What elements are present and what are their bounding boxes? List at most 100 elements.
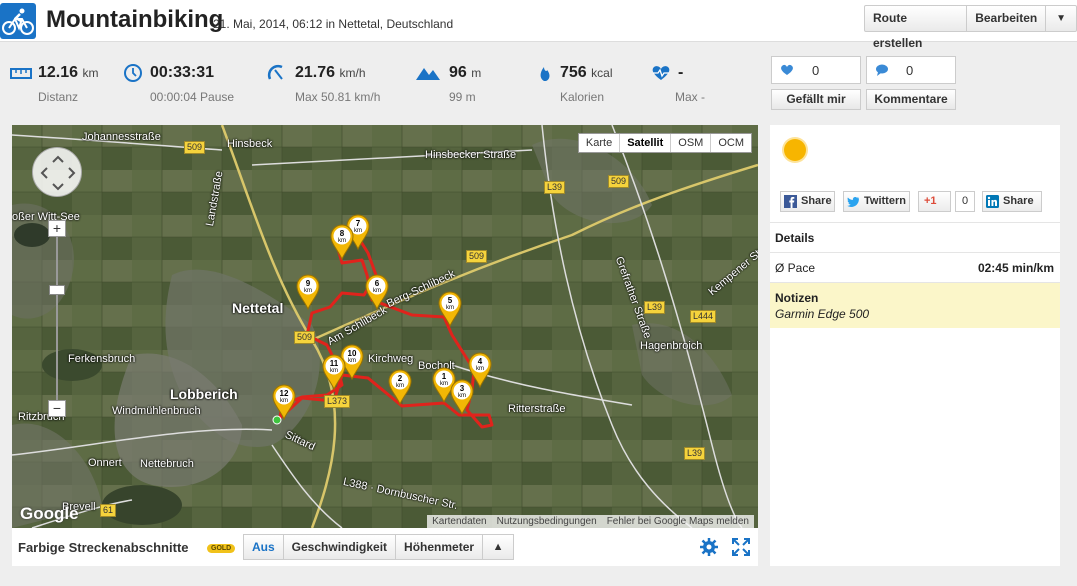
twitter-button[interactable]: Twittern: [843, 191, 910, 212]
road-badge: L39: [684, 447, 706, 460]
km-marker-unit: km: [304, 288, 312, 294]
km-marker[interactable]: 11km: [322, 354, 346, 390]
details-panel: Share Twittern +1 0 Share Details Ø Pace…: [770, 125, 1060, 566]
elevation-sub: 99 m: [449, 90, 476, 104]
map-type-ocm[interactable]: OCM: [711, 134, 751, 152]
comments-count: 0: [906, 63, 914, 78]
map-type-osm[interactable]: OSM: [671, 134, 712, 152]
map-label: Ritterstraße: [508, 403, 566, 415]
km-marker-unit: km: [373, 288, 381, 294]
more-dropdown-button[interactable]: ▼: [1046, 6, 1076, 31]
pace-value: 02:45 min/km: [977, 261, 1054, 275]
twitter-label: Twittern: [864, 195, 906, 207]
details-title: Details: [775, 231, 815, 245]
km-marker-number: 3: [460, 384, 465, 393]
terms-link[interactable]: Nutzungsbedingungen: [492, 515, 602, 528]
create-route-button[interactable]: Route erstellen: [865, 6, 968, 50]
road-badge: L39: [544, 181, 566, 194]
activity-subtitle: 21. Mai, 2014, 06:12 in Nettetal, Deutsc…: [213, 17, 454, 31]
route-map[interactable]: Johannesstraße Hinsbeck Hinsbecker Straß…: [12, 125, 758, 528]
speech-bubble-icon: [876, 64, 888, 76]
option-speed[interactable]: Geschwindigkeit: [284, 535, 397, 559]
zoom-out-button[interactable]: −: [48, 400, 66, 417]
option-elevation[interactable]: Höhenmeter: [396, 535, 484, 559]
mountain-icon: [416, 68, 440, 80]
road-badge: 509: [184, 141, 206, 154]
map-label: Windmühlenbruch: [112, 405, 201, 417]
km-marker[interactable]: 6km: [365, 274, 389, 310]
flame-icon: [540, 67, 550, 81]
zoom-in-button[interactable]: +: [48, 220, 66, 237]
pan-control[interactable]: [32, 147, 82, 197]
pause-label: 00:00:04 Pause: [150, 90, 235, 104]
toggle-chart-button[interactable]: ▲: [483, 535, 513, 559]
pace-label: Ø Pace: [775, 261, 816, 275]
km-marker[interactable]: 4km: [468, 352, 492, 388]
gplus-button[interactable]: +1: [918, 191, 951, 212]
elevation-unit: m: [471, 66, 482, 80]
distance-label: Distanz: [38, 90, 79, 104]
comments-button[interactable]: Kommentare: [866, 89, 956, 110]
road-badge: L373: [324, 395, 351, 408]
map-footer-links: Kartendaten Nutzungsbedingungen Fehler b…: [427, 515, 754, 528]
facebook-share-label: Share: [801, 195, 832, 207]
facebook-icon: [784, 195, 797, 208]
twitter-icon: [847, 197, 859, 207]
map-type-switcher: Karte Satellit OSM OCM: [577, 133, 752, 153]
km-marker-unit: km: [330, 368, 338, 374]
gear-icon[interactable]: [700, 538, 718, 556]
km-marker[interactable]: 12km: [272, 384, 296, 420]
km-marker-number: 10: [348, 349, 357, 358]
clock-icon: [124, 64, 142, 82]
km-marker[interactable]: 2km: [388, 369, 412, 405]
km-marker-number: 8: [340, 229, 345, 238]
km-marker-unit: km: [440, 381, 448, 387]
road-badge: 509: [466, 250, 488, 263]
edit-button[interactable]: Bearbeiten: [967, 6, 1047, 31]
road-badge: 509: [608, 175, 630, 188]
map-label: Kirchweg: [368, 353, 414, 365]
header-actions: Route erstellen Bearbeiten ▼: [864, 5, 1077, 50]
map-type-karte[interactable]: Karte: [579, 134, 621, 152]
facebook-share-button[interactable]: Share: [780, 191, 835, 212]
segment-color-options: Aus Geschwindigkeit Höhenmeter ▲: [243, 534, 515, 560]
km-marker[interactable]: 9km: [296, 274, 320, 310]
page-title: Mountainbiking: [46, 6, 224, 33]
km-marker-number: 6: [375, 279, 380, 288]
km-marker-number: 5: [448, 296, 453, 305]
calories-value: 756: [560, 64, 587, 81]
speed-value: 21.76: [295, 64, 336, 81]
linkedin-share-button[interactable]: Share: [982, 191, 1042, 212]
notes-section: Notizen Garmin Edge 500: [770, 282, 1060, 328]
km-marker-number: 4: [478, 357, 483, 366]
map-label: Ferkensbruch: [68, 353, 136, 365]
km-marker-number: 7: [356, 219, 361, 228]
map-type-satellit[interactable]: Satellit: [620, 134, 672, 152]
zoom-slider-track[interactable]: [56, 237, 58, 402]
details-header: Details: [770, 222, 1060, 252]
km-marker[interactable]: 8km: [330, 224, 354, 260]
map-data-link[interactable]: Kartendaten: [427, 515, 492, 528]
road-badge: L39: [644, 301, 666, 314]
km-marker-number: 11: [330, 359, 339, 368]
fullscreen-icon[interactable]: [732, 538, 750, 556]
google-logo: Google: [20, 504, 79, 523]
pace-row: Ø Pace 02:45 min/km: [770, 252, 1060, 282]
option-off[interactable]: Aus: [244, 535, 284, 559]
zoom-slider-handle[interactable]: [49, 285, 65, 295]
map-label-town: Nettetal: [232, 300, 284, 316]
pan-arrows-icon: [40, 155, 76, 191]
report-error-link[interactable]: Fehler bei Google Maps melden: [602, 515, 754, 528]
km-marker-unit: km: [476, 366, 484, 372]
notes-title: Notizen: [775, 291, 819, 305]
heart-icon: [781, 64, 793, 75]
comments-counter: 0: [866, 56, 956, 84]
km-marker-unit: km: [280, 398, 288, 404]
like-button[interactable]: Gefällt mir: [771, 89, 861, 110]
km-marker[interactable]: 5km: [438, 291, 462, 327]
gplus-count: 0: [955, 191, 975, 212]
road-badge: 509: [294, 331, 316, 344]
map-label: Nettebruch: [140, 458, 194, 470]
road-badge: L444: [690, 310, 717, 323]
km-marker-number: 1: [442, 372, 447, 381]
